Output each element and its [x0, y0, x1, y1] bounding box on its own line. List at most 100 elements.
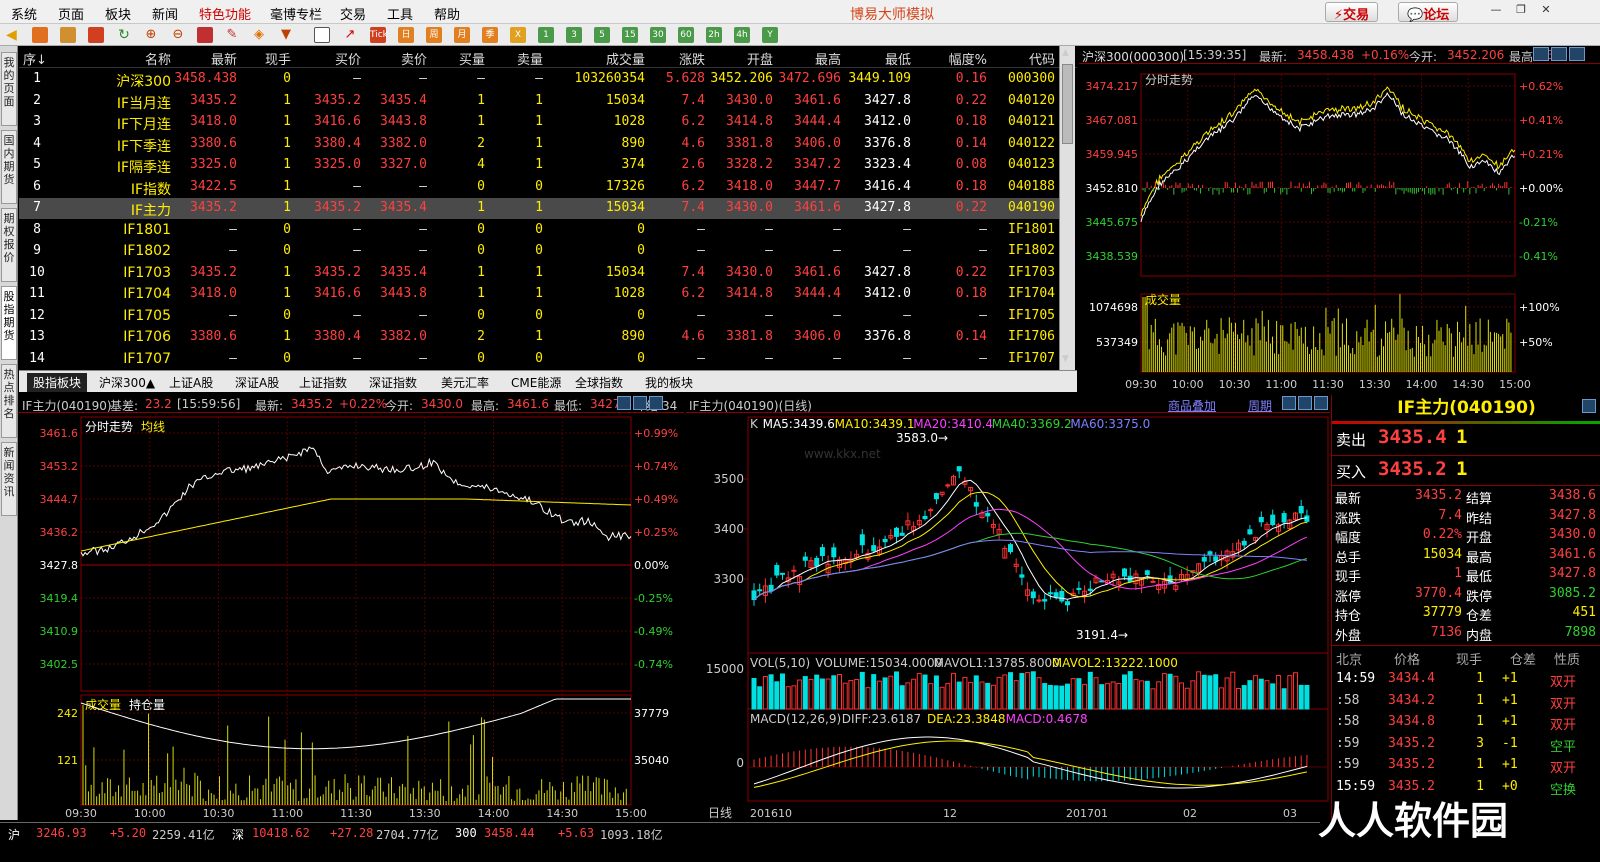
kline-close-icon[interactable] [1314, 396, 1328, 410]
quote-row[interactable]: 12 IF1705—0— —0 0 0— — — — — IF1705 [19, 306, 1059, 327]
if-panel-close-icon[interactable] [649, 396, 663, 410]
minimize-icon[interactable]: — [1488, 3, 1504, 19]
market-tab[interactable]: 我的板块 [645, 374, 693, 391]
scroll-up-icon[interactable]: ▲ [1062, 48, 1069, 58]
period-30m[interactable]: 30 [650, 27, 666, 43]
market-tab[interactable]: 美元汇率 [441, 374, 489, 391]
col-header[interactable]: 序↓ [23, 49, 63, 68]
close-icon[interactable]: ✕ [1538, 3, 1554, 19]
menu-column[interactable]: 毫博专栏 [270, 4, 322, 23]
window-icon[interactable] [197, 27, 213, 43]
vtab-domestic-futures[interactable]: 国内期货 [1, 130, 17, 204]
order-book-close-icon[interactable] [1582, 399, 1596, 413]
period-year[interactable]: Y [762, 27, 778, 43]
vtab-options[interactable]: 期权报价 [1, 208, 17, 282]
period-5m[interactable]: 5 [594, 27, 610, 43]
trade-button[interactable]: ⚡交易 [1325, 2, 1379, 23]
filter-icon[interactable]: ▼ [278, 27, 294, 43]
bid-row[interactable]: 买入 3435.2 1 [1332, 458, 1600, 485]
scroll-down-icon[interactable]: ▼ [1062, 354, 1069, 364]
menu-page[interactable]: 页面 [58, 4, 84, 23]
zoom-in-icon[interactable]: ⊕ [143, 27, 159, 43]
market-tab[interactable]: 上证指数 [299, 374, 347, 391]
quote-row[interactable]: 8 IF1801—0— —0 0 0— — — — — IF1801 [19, 220, 1059, 241]
period-x[interactable]: X [510, 27, 526, 43]
quote-row[interactable]: 5 IF隔季连 3325.0 1 3325.0 3327.0 4 1 374 2.6 3328.2 3… [19, 155, 1059, 176]
market-tab[interactable]: CME能源 [511, 374, 561, 391]
period-3m[interactable]: 3 [566, 27, 582, 43]
period-quarter[interactable]: 季 [482, 27, 498, 43]
kline-vol-label: VOLUME:15034.0000 [815, 656, 942, 670]
market-tab[interactable]: 全球指数 [575, 374, 623, 391]
panel-maximize-icon[interactable] [1551, 47, 1567, 61]
quote-row[interactable]: 14 IF1707—0— —0 0 0— — — — — IF1707 [19, 349, 1059, 370]
back-icon[interactable]: ◀ [6, 27, 22, 43]
menu-special[interactable]: 特色功能 [199, 4, 251, 23]
market-tab[interactable]: 深证指数 [369, 374, 417, 391]
period-2h[interactable]: 2h [706, 27, 722, 43]
menu-news[interactable]: 新闻 [152, 4, 178, 23]
col-header[interactable]: 代码 [965, 49, 1055, 68]
market-tab[interactable]: 上证A股 [169, 374, 213, 391]
vtab-my-page[interactable]: 我的页面 [1, 52, 17, 126]
quote-scrollbar[interactable]: ▲ ▼ [1059, 46, 1075, 370]
market-tab[interactable]: 股指板块 [27, 373, 88, 392]
vtab-index-futures[interactable]: 股指期货 [1, 286, 17, 360]
kline-ma-label: MA20:3410.4 [913, 417, 993, 431]
menu-help[interactable]: 帮助 [434, 4, 460, 23]
market-tab[interactable]: 沪深300▲ [99, 374, 155, 391]
quote-row[interactable]: 4 IF下季连 3380.6 1 3380.4 3382.0 2 1 890 4.6 3381.8 3… [19, 134, 1059, 155]
menu-system[interactable]: 系统 [11, 4, 37, 23]
kline-volume-bar [1139, 680, 1145, 710]
kline-volume-bar [1287, 675, 1293, 710]
col-header[interactable]: 卖量 [453, 49, 543, 68]
pencil-icon[interactable]: ✎ [224, 27, 240, 43]
overlay-link[interactable]: 商品叠加 [1168, 397, 1216, 412]
quote-row[interactable]: 7 IF主力 3435.2 1 3435.2 3435.4 1 1 15034 7.4 3430.0… [19, 198, 1059, 219]
quote-row[interactable]: 1 沪深300 3458.438 0— — — —103260354 5.628 3452.20… [19, 69, 1059, 90]
tag-icon[interactable]: ◈ [251, 27, 267, 43]
home-icon[interactable] [32, 27, 48, 43]
kline-maximize-icon[interactable] [1298, 396, 1312, 410]
market-tab[interactable]: 深证A股 [235, 374, 279, 391]
quote-cell: IF1705 [1008, 307, 1055, 323]
period-month[interactable]: 月 [454, 27, 470, 43]
forum-button[interactable]: 💬论坛 [1398, 2, 1459, 23]
kline-split-icon[interactable] [1282, 396, 1296, 410]
period-day[interactable]: 日 [398, 27, 414, 43]
quote-row[interactable]: 9 IF1802—0— —0 0 0— — — — — IF1802 [19, 241, 1059, 262]
panel-split-icon[interactable] [1533, 47, 1549, 61]
period-1m[interactable]: 1 [538, 27, 554, 43]
refresh-icon[interactable]: ↻ [116, 27, 132, 43]
period-tick[interactable]: Tick [370, 27, 388, 43]
menu-tools[interactable]: 工具 [387, 4, 413, 23]
quote-row[interactable]: 6 IF指数 3422.5 1— —0 0 17326 6.2 3418.0 3447.7 3416… [19, 177, 1059, 198]
period-link[interactable]: 周期 [1248, 397, 1272, 412]
book-icon[interactable] [60, 27, 76, 43]
if-price-tick: 3402.5 [40, 658, 79, 671]
panel-close-icon[interactable] [1569, 47, 1585, 61]
menu-sector[interactable]: 板块 [105, 4, 131, 23]
menu-trade[interactable]: 交易 [340, 4, 366, 23]
line-chart-icon[interactable]: ↗ [342, 27, 358, 43]
period-15m[interactable]: 15 [622, 27, 638, 43]
if-panel-split-icon[interactable] [617, 396, 631, 410]
ask-row[interactable]: 卖出 3435.4 1 [1332, 426, 1600, 453]
hs300-pct-tick: +0.21% [1519, 148, 1563, 161]
quote-row[interactable]: 3 IF下月连 3418.0 1 3416.6 3443.8 1 1 1028 6.2 3414.8… [19, 112, 1059, 133]
period-week[interactable]: 周 [426, 27, 442, 43]
quote-row[interactable]: 13 IF1706 3380.6 1 3380.4 3382.0 2 1 890 4.6 3381.… [19, 327, 1059, 348]
vtab-hot-rank[interactable]: 热点排名 [1, 364, 17, 438]
scrollbar-thumb[interactable] [1062, 64, 1073, 144]
period-60m[interactable]: 60 [678, 27, 694, 43]
quote-row[interactable]: 11 IF1704 3418.0 1 3416.6 3443.8 1 1 1028 6.2 3414… [19, 284, 1059, 305]
zoom-out-icon[interactable]: ⊖ [170, 27, 186, 43]
vtab-news[interactable]: 新闻资讯 [1, 442, 17, 516]
quote-row[interactable]: 10 IF1703 3435.2 1 3435.2 3435.4 1 1 15034 7.4 343… [19, 263, 1059, 284]
restore-icon[interactable]: ❐ [1513, 3, 1529, 19]
table-view-icon[interactable] [314, 27, 330, 43]
quote-row[interactable]: 2 IF当月连 3435.2 1 3435.2 3435.4 1 1 15034 7.4 3430.… [19, 91, 1059, 112]
period-4h[interactable]: 4h [734, 27, 750, 43]
news-icon[interactable] [88, 27, 104, 43]
if-panel-maximize-icon[interactable] [633, 396, 647, 410]
